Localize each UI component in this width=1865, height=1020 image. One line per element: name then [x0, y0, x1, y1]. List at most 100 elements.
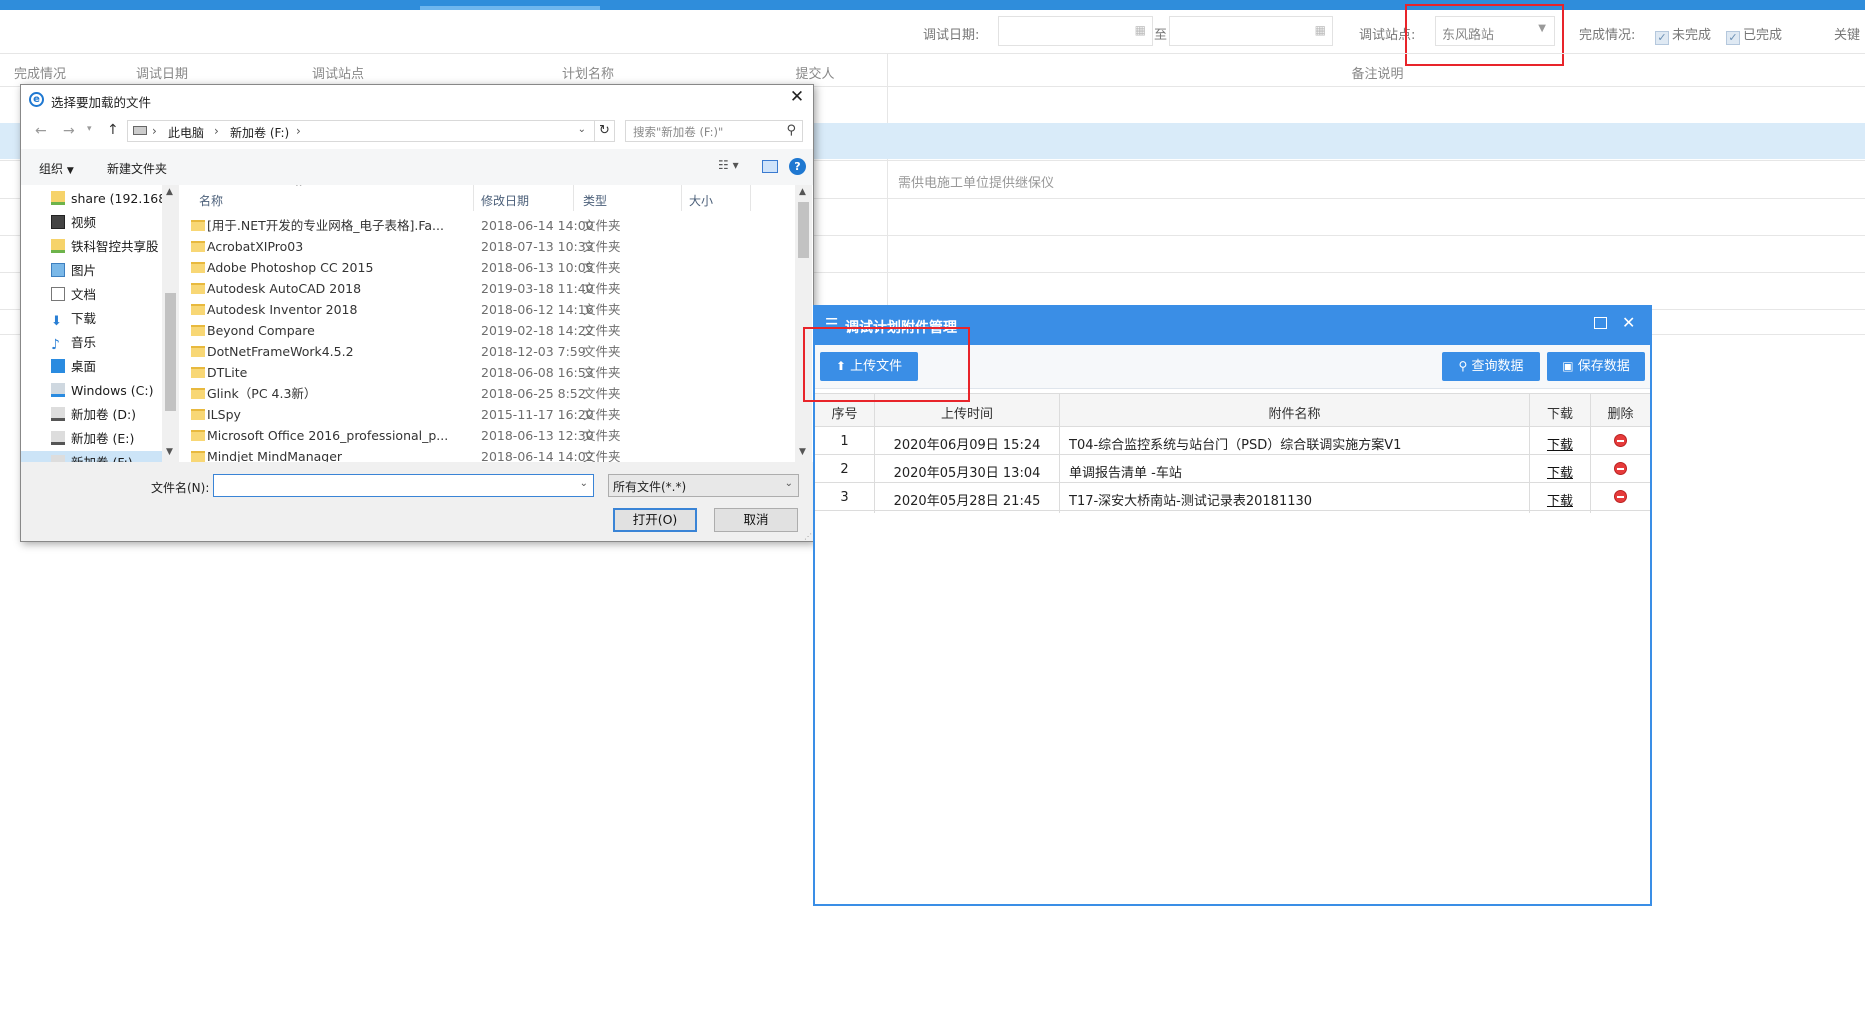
file-name: [用于.NET开发的专业网格_电子表格].Fa... [207, 218, 444, 233]
new-folder-button[interactable]: 新建文件夹 [107, 160, 167, 177]
open-button[interactable]: 打开(O) [613, 508, 697, 532]
tree-item[interactable]: 图片 [21, 259, 179, 283]
tree-item[interactable]: ♪ 音乐 [21, 331, 179, 355]
status-complete-option[interactable]: ✓ 已完成 [1726, 24, 1782, 45]
chevron-down-icon[interactable]: ⌄ [580, 478, 588, 489]
search-input[interactable]: 搜索"新加卷 (F:)" ⚲ [625, 120, 803, 142]
file-row[interactable]: Adobe Photoshop CC 2015 2018-06-13 10:05 文… [183, 257, 793, 278]
forward-arrow-icon[interactable]: → [63, 123, 75, 139]
download-link[interactable]: 下载 [1530, 434, 1590, 453]
file-row[interactable]: [用于.NET开发的专业网格_电子表格].Fa... 2018-06-14 14:… [183, 215, 793, 236]
file-row[interactable]: AcrobatXIPro03 2018-07-13 10:33 文件夹 [183, 236, 793, 257]
file-type: 文件夹 [583, 365, 621, 380]
calendar-icon[interactable]: ▦ [1315, 23, 1326, 37]
file-row[interactable]: ILSpy 2015-11-17 16:20 文件夹 [183, 404, 793, 425]
file-row[interactable]: Autodesk Inventor 2018 2018-06-12 14:16 文件… [183, 299, 793, 320]
resize-grip-icon[interactable]: ⋰ [804, 532, 812, 541]
col-name[interactable]: 名称 [199, 192, 223, 209]
scroll-up-icon[interactable]: ▲ [799, 187, 806, 197]
chevron-down-icon[interactable]: ⌄ [785, 478, 793, 489]
organize-button[interactable]: 组织 ▼ [39, 160, 74, 177]
file-name: Glink（PC 4.3新） [207, 386, 317, 401]
grid-selected-row-tail[interactable] [887, 123, 1865, 159]
save-data-button[interactable]: ▣ 保存数据 [1547, 352, 1645, 381]
table-row[interactable]: 3 2020年05月28日 21:45 T17-深安大桥南站-测试记录表201811… [815, 483, 1650, 511]
download-link[interactable]: 下载 [1530, 490, 1590, 509]
file-name: Autodesk Inventor 2018 [207, 302, 358, 317]
breadcrumb-drive-f[interactable]: 新加卷 (F:) [230, 124, 289, 141]
tree-item[interactable]: ⬇ 下载 [21, 307, 179, 331]
navigation-tree[interactable]: share (192.168 视频 铁科智控共享股 图片 文档 ⬇ 下载 ♪ 音乐 桌面 Windo… [21, 185, 179, 462]
windows-drive-icon [51, 383, 65, 397]
tree-item[interactable]: 新加卷 (E:) [21, 427, 179, 451]
tree-item[interactable]: 新加卷 (D:) [21, 403, 179, 427]
col-size[interactable]: 大小 [689, 192, 713, 209]
file-row[interactable]: Glink（PC 4.3新） 2018-06-25 8:52 文件夹 [183, 383, 793, 404]
download-icon: ⬇ [51, 314, 62, 329]
file-row[interactable]: Mindjet MindManager 2018-06-14 14:02 文件夹 [183, 446, 793, 462]
delete-icon[interactable] [1614, 434, 1627, 447]
col-divider[interactable] [750, 185, 751, 211]
file-row[interactable]: DotNetFrameWork4.5.2 2018-12-03 7:59 文件夹 [183, 341, 793, 362]
tree-item[interactable]: 视频 [21, 211, 179, 235]
query-data-button[interactable]: ⚲ 查询数据 [1442, 352, 1540, 381]
file-list[interactable]: ^ 名称 修改日期 类型 大小 [用于.NET开发的专业网格_电子表格].Fa.… [183, 185, 813, 462]
close-icon[interactable]: ✕ [1622, 313, 1635, 332]
file-modified: 2018-06-08 16:53 [481, 365, 594, 380]
file-row[interactable]: DTLite 2018-06-08 16:53 文件夹 [183, 362, 793, 383]
drive-icon [51, 431, 65, 445]
help-icon[interactable]: ? [789, 158, 806, 175]
tree-item[interactable]: 桌面 [21, 355, 179, 379]
checkbox-checked-icon[interactable]: ✓ [1655, 31, 1669, 45]
scroll-down-icon[interactable]: ▼ [166, 447, 173, 457]
scroll-down-icon[interactable]: ▼ [799, 447, 806, 457]
refresh-icon[interactable]: ↻ [595, 120, 615, 142]
delete-icon[interactable] [1614, 462, 1627, 475]
checkbox-checked-icon[interactable]: ✓ [1726, 31, 1740, 45]
table-row[interactable]: 1 2020年06月09日 15:24 T04-综合监控系统与站台门（PSD）综合联… [815, 427, 1650, 455]
scroll-up-icon[interactable]: ▲ [166, 187, 173, 197]
calendar-icon[interactable]: ▦ [1135, 23, 1146, 37]
scroll-thumb[interactable] [798, 202, 809, 258]
col-type[interactable]: 类型 [583, 192, 607, 209]
preview-pane-icon[interactable] [762, 160, 778, 173]
file-row[interactable]: Beyond Compare 2019-02-18 14:22 文件夹 [183, 320, 793, 341]
chevron-down-icon[interactable]: ⌄ [578, 124, 586, 135]
filename-input[interactable]: ⌄ [213, 474, 594, 497]
start-date-input[interactable]: ▦ [998, 16, 1153, 46]
file-list-scrollbar[interactable]: ▲ ▼ [795, 185, 812, 462]
filetype-select[interactable]: 所有文件(*.*) ⌄ [608, 474, 799, 497]
scroll-thumb[interactable] [165, 293, 176, 411]
folder-icon [191, 451, 205, 462]
row-seq: 1 [840, 434, 849, 449]
download-link[interactable]: 下载 [1530, 462, 1590, 481]
back-arrow-icon[interactable]: ← [35, 123, 47, 139]
tree-scrollbar[interactable]: ▲ ▼ [162, 185, 179, 462]
file-row[interactable]: Autodesk AutoCAD 2018 2019-03-18 11:40 文件夹 [183, 278, 793, 299]
search-icon[interactable]: ⚲ [786, 123, 796, 138]
file-row[interactable]: Microsoft Office 2016_professional_p... 2… [183, 425, 793, 446]
up-arrow-icon[interactable]: ↑ [107, 122, 119, 138]
col-modified[interactable]: 修改日期 [481, 192, 529, 209]
col-divider[interactable] [681, 185, 682, 211]
network-folder-icon [51, 239, 65, 253]
tree-item[interactable]: 新加卷 (F:) [21, 451, 179, 462]
recent-dropdown-icon[interactable]: ▾ [87, 124, 92, 134]
delete-icon[interactable] [1614, 490, 1627, 503]
address-bar[interactable]: › 此电脑 › 新加卷 (F:) › ⌄ [127, 120, 595, 142]
view-options-icon[interactable]: ☷ ▾ [718, 158, 739, 172]
maximize-icon[interactable] [1594, 317, 1607, 329]
tree-item[interactable]: 铁科智控共享股 [21, 235, 179, 259]
tree-item[interactable]: Windows (C:) [21, 379, 179, 403]
tree-item[interactable]: 文档 [21, 283, 179, 307]
col-divider[interactable] [573, 185, 574, 211]
cancel-button[interactable]: 取消 [714, 508, 798, 532]
top-nav-bar [0, 0, 1865, 10]
col-divider[interactable] [473, 185, 474, 211]
breadcrumb-this-pc[interactable]: 此电脑 [168, 124, 204, 141]
end-date-input[interactable]: ▦ [1169, 16, 1333, 46]
table-row[interactable]: 2 2020年05月30日 13:04 单调报告清单 -车站 下载 [815, 455, 1650, 483]
status-incomplete-option[interactable]: ✓ 未完成 [1655, 24, 1711, 45]
close-icon[interactable]: ✕ [783, 87, 811, 111]
tree-item[interactable]: share (192.168 [21, 187, 179, 211]
